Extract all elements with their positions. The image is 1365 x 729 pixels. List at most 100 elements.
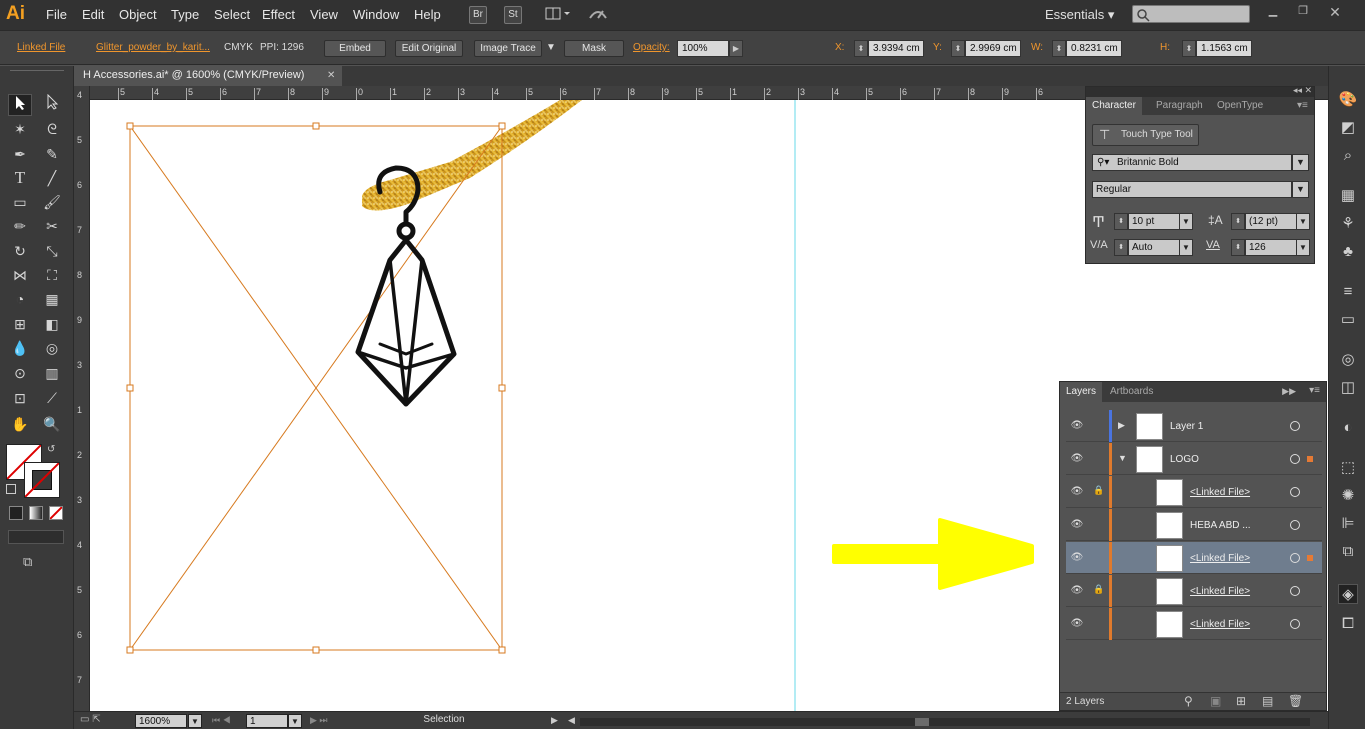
layer-name[interactable]: LOGO xyxy=(1170,454,1199,465)
gradient-tool-icon[interactable]: ◧ xyxy=(40,313,64,335)
tracking-spinner[interactable]: ⬍ xyxy=(1231,239,1245,256)
panel-options-icon[interactable]: ▾≡ xyxy=(1291,97,1314,115)
create-new-layer-icon[interactable]: ▤ xyxy=(1262,694,1273,708)
layers-panel-icon[interactable]: ◈ xyxy=(1338,584,1358,604)
target-circle-icon[interactable] xyxy=(1290,421,1300,431)
hand-tool-icon[interactable]: ✋ xyxy=(8,413,32,435)
workspace-switcher[interactable]: Essentials ▾ xyxy=(1045,7,1114,23)
mask-button[interactable]: Mask xyxy=(564,40,624,57)
zoom-field[interactable]: 1600% xyxy=(135,714,187,728)
sublayer-row[interactable]: 👁 <Linked File> xyxy=(1066,542,1322,574)
visibility-eye-icon[interactable]: 👁 xyxy=(1070,520,1084,530)
sublayer-row[interactable]: 👁 <Linked File> xyxy=(1066,608,1322,640)
help-search-input[interactable] xyxy=(1132,5,1250,23)
line-tool-icon[interactable]: ╱ xyxy=(40,167,64,189)
none-mode-icon[interactable] xyxy=(49,506,63,520)
swatches-icon[interactable]: ▦ xyxy=(1338,186,1358,206)
menu-select[interactable]: Select xyxy=(214,7,250,22)
layer-name[interactable]: <Linked File> xyxy=(1190,553,1250,564)
next-artboard-icon[interactable]: ▶ ⏭ xyxy=(310,715,328,726)
touch-type-tool-button[interactable]: Touch Type Tool ⊤ xyxy=(1092,124,1199,146)
graphic-styles-icon[interactable]: ◫ xyxy=(1338,378,1358,398)
collapse-panel-icon[interactable]: ◂◂ xyxy=(1293,85,1302,96)
tracking-dropdown-icon[interactable]: ▼ xyxy=(1296,239,1310,256)
zoom-dropdown-icon[interactable]: ▼ xyxy=(188,714,202,728)
expand-arrow-icon[interactable]: ▶ xyxy=(1118,420,1125,431)
kerning-spinner[interactable]: ⬍ xyxy=(1114,239,1128,256)
status-menu-icon[interactable]: ▶ xyxy=(551,715,558,726)
image-trace-dropdown-icon[interactable]: ▼ xyxy=(546,42,556,53)
create-sublayer-icon[interactable]: ⊞ xyxy=(1236,694,1246,708)
layer-name[interactable]: <Linked File> xyxy=(1190,586,1250,597)
layer-row[interactable]: 👁 ▼ LOGO xyxy=(1066,443,1322,475)
character-panel-header[interactable]: ◂◂ ✕ xyxy=(1086,85,1314,97)
vertical-ruler[interactable]: 4 5 6 7 8 9 3 1 2 3 4 5 6 7 xyxy=(74,86,90,711)
cc-libraries-icon[interactable]: ⌕ xyxy=(1338,146,1358,166)
scrollbar-thumb[interactable] xyxy=(915,718,929,726)
target-circle-icon[interactable] xyxy=(1290,553,1300,563)
bridge-button[interactable]: Br xyxy=(469,6,487,24)
menu-effect[interactable]: Effect xyxy=(262,7,295,22)
leading-spinner[interactable]: ⬍ xyxy=(1231,213,1245,230)
font-style-dropdown-icon[interactable]: ▼ xyxy=(1292,181,1309,198)
h-field[interactable]: 1.1563 cm xyxy=(1196,40,1252,57)
make-clipping-mask-icon[interactable]: ▣ xyxy=(1210,694,1221,708)
first-artboard-icon[interactable]: ⏮ ◀ xyxy=(212,715,231,726)
menu-window[interactable]: Window xyxy=(353,7,399,22)
target-circle-icon[interactable] xyxy=(1290,619,1300,629)
zoom-tool-icon[interactable]: 🔍 xyxy=(40,413,64,435)
pencil-tool-icon[interactable]: ✏ xyxy=(8,215,32,237)
align-panel-icon[interactable]: ⊫ xyxy=(1338,514,1358,534)
minimize-icon[interactable]: ▁ xyxy=(1262,4,1284,18)
menu-file[interactable]: File xyxy=(46,7,67,22)
target-circle-icon[interactable] xyxy=(1290,586,1300,596)
x-field[interactable]: 3.9394 cm xyxy=(868,40,924,57)
y-spinner[interactable]: ⬍ xyxy=(951,40,965,57)
target-circle-icon[interactable] xyxy=(1290,454,1300,464)
sublayer-row[interactable]: 👁 HEBA ABD ... xyxy=(1066,509,1322,541)
menu-edit[interactable]: Edit xyxy=(82,7,104,22)
rectangle-tool-icon[interactable]: ▭ xyxy=(8,191,32,213)
layer-name[interactable]: Layer 1 xyxy=(1170,421,1203,432)
artboards-panel-icon[interactable]: ⧠ xyxy=(1338,614,1358,634)
artboard-tool-icon[interactable]: ⊡ xyxy=(8,387,32,409)
layer-name[interactable]: <Linked File> xyxy=(1190,619,1250,630)
target-circle-icon[interactable] xyxy=(1290,520,1300,530)
sublayer-row[interactable]: 👁 🔒 <Linked File> xyxy=(1066,476,1322,508)
leading-field[interactable]: (12 pt) xyxy=(1245,213,1297,230)
opacity-field[interactable]: 100% xyxy=(677,40,729,57)
close-tab-icon[interactable]: ✕ xyxy=(327,66,335,85)
color-mode-icon[interactable] xyxy=(9,506,23,520)
font-size-field[interactable]: 10 pt xyxy=(1128,213,1180,230)
w-spinner[interactable]: ⬍ xyxy=(1052,40,1066,57)
linked-file-link[interactable]: Linked File xyxy=(17,42,65,53)
visibility-eye-icon[interactable]: 👁 xyxy=(1070,586,1084,596)
h-spinner[interactable]: ⬍ xyxy=(1182,40,1196,57)
perspective-grid-tool-icon[interactable]: ▦ xyxy=(40,288,64,310)
eyedropper-tool-icon[interactable]: 💧 xyxy=(8,337,32,359)
edit-original-button[interactable]: Edit Original xyxy=(395,40,463,57)
paintbrush-tool-icon[interactable]: 🖌 xyxy=(40,191,64,213)
rotate-tool-icon[interactable]: ↻ xyxy=(8,240,32,262)
file-name-link[interactable]: Glitter_powder_by_karit... xyxy=(96,42,210,53)
direct-selection-tool-icon[interactable] xyxy=(40,93,64,116)
stock-button[interactable]: St xyxy=(504,6,522,24)
transparency-icon[interactable]: ◐ xyxy=(1338,418,1358,438)
pen-tool-icon[interactable]: ✒ xyxy=(8,143,32,165)
free-transform-tool-icon[interactable]: ⛶ xyxy=(40,264,64,286)
horizontal-scrollbar[interactable] xyxy=(580,718,1310,726)
type-tool-icon[interactable]: T xyxy=(8,167,32,189)
collapse-arrow-icon[interactable]: ▼ xyxy=(1118,453,1127,463)
layers-options-icon[interactable]: ▾≡ xyxy=(1309,385,1320,396)
locate-object-icon[interactable]: ⚲ xyxy=(1184,694,1193,708)
menu-help[interactable]: Help xyxy=(414,7,441,22)
close-window-icon[interactable]: ✕ xyxy=(1324,4,1346,20)
layer-row[interactable]: 👁 ▶ Layer 1 xyxy=(1066,410,1322,442)
mesh-tool-icon[interactable]: ⊞ xyxy=(8,313,32,335)
stroke-swatch[interactable] xyxy=(24,462,60,498)
brushes-icon[interactable]: ⚘ xyxy=(1338,214,1358,234)
font-size-dropdown-icon[interactable]: ▼ xyxy=(1179,213,1193,230)
menu-type[interactable]: Type xyxy=(171,7,199,22)
color-guide-icon[interactable]: ◩ xyxy=(1338,118,1358,138)
delete-layer-icon[interactable]: 🗑 xyxy=(1288,694,1303,708)
